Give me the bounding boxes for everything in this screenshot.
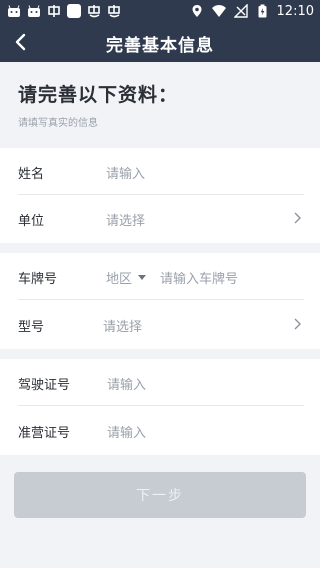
android-robot-icon: [26, 3, 42, 19]
carrier-icon: [46, 3, 62, 19]
chevron-right-icon: [294, 318, 301, 330]
battery-icon: [255, 3, 271, 19]
section-vehicle: 车牌号 地区 请输入车牌号 型号 请选择: [0, 253, 320, 349]
page-title: 完善基本信息: [106, 36, 214, 56]
plate-label: 车牌号: [18, 272, 58, 287]
model-select[interactable]: 请选择: [103, 316, 142, 335]
license-label: 驾驶证号: [18, 378, 71, 393]
chevron-right-icon: [294, 212, 301, 224]
signal-icon: [233, 3, 249, 19]
permit-label: 准营证号: [18, 426, 71, 441]
region-label: 地区: [106, 272, 133, 287]
name-label: 姓名: [18, 167, 45, 182]
status-right-icons: 12:10: [189, 3, 314, 19]
status-left-icons: [6, 3, 122, 19]
wifi-icon: [211, 3, 227, 19]
form-subheading: 请填写真实的信息: [18, 118, 98, 129]
form-header: 请完善以下资料： 请填写真实的信息: [0, 62, 320, 148]
status-time: 12:10: [276, 3, 314, 19]
region-dropdown[interactable]: 地区: [106, 268, 147, 287]
license-input[interactable]: 请输入: [107, 374, 146, 393]
model-label: 型号: [18, 320, 45, 335]
model-row[interactable]: 型号 请选择: [0, 301, 320, 348]
permit-row[interactable]: 准营证号 请输入: [0, 407, 320, 454]
caret-down-icon: [138, 275, 147, 280]
location-icon: [189, 3, 205, 19]
unit-label: 单位: [18, 214, 45, 229]
status-bar: 12:10: [0, 0, 320, 22]
worm-icon: [106, 3, 122, 19]
android-robot-icon: [6, 3, 22, 19]
section-personal: 姓名 请输入 单位 请选择: [0, 148, 320, 243]
form-heading: 请完善以下资料：: [18, 84, 179, 106]
next-button[interactable]: 下一步: [14, 472, 306, 518]
name-input[interactable]: 请输入: [106, 163, 145, 182]
worm-icon: [86, 3, 102, 19]
unit-select[interactable]: 请选择: [106, 210, 145, 229]
name-row[interactable]: 姓名 请输入: [0, 148, 320, 195]
plate-row[interactable]: 车牌号 地区 请输入车牌号: [0, 253, 320, 300]
app-bar: 完善基本信息: [0, 22, 320, 62]
permit-input[interactable]: 请输入: [107, 422, 146, 441]
notification-square-icon: [66, 3, 82, 19]
license-row[interactable]: 驾驶证号 请输入: [0, 359, 320, 406]
section-licenses: 驾驶证号 请输入 准营证号 请输入: [0, 359, 320, 455]
unit-row[interactable]: 单位 请选择: [0, 195, 320, 242]
plate-input[interactable]: 请输入车牌号: [160, 268, 238, 287]
